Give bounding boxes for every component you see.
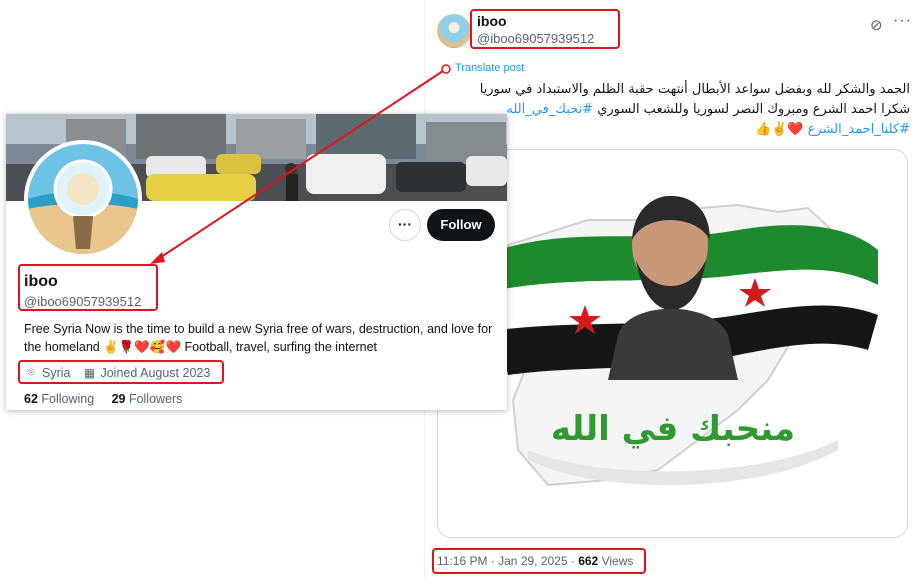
profile-more-button[interactable]: ···: [389, 209, 421, 241]
bio-tail: Football, travel, surfing the internet: [181, 340, 377, 354]
translate-link[interactable]: Translate post: [455, 62, 524, 74]
followers-count[interactable]: 29: [112, 392, 126, 406]
tweet-image[interactable]: منحبك في الله: [437, 149, 908, 538]
annotation-box-tweet-author: [470, 9, 620, 49]
profile-bio: Free Syria Now is the time to build a ne…: [24, 320, 494, 356]
image-caption: منحبك في الله: [551, 409, 795, 449]
tweet-line-2-text: شكرا احمد الشرع ومبروك النصر لسوريا وللش…: [593, 102, 910, 117]
grok-icon[interactable]: ⊘: [870, 16, 883, 34]
avatar-art: [28, 144, 138, 254]
follow-button[interactable]: Follow: [427, 209, 495, 241]
more-icon[interactable]: ···: [893, 12, 912, 30]
hashtag-link[interactable]: #كلنا_احمد_الشرع: [808, 122, 910, 137]
annotation-box-timestamp: [432, 548, 646, 574]
following-label[interactable]: Following: [38, 392, 94, 406]
tweet-image-art: منحبك في الله: [498, 195, 878, 487]
annotation-box-profile-meta: [18, 360, 224, 384]
profile-avatar[interactable]: [24, 140, 142, 258]
tweet-avatar[interactable]: [437, 14, 471, 48]
following-link[interactable]: 62 Following: [24, 392, 94, 406]
followers-link[interactable]: 29 Followers: [112, 392, 183, 406]
profile-stats: 62 Following 29 Followers: [24, 392, 182, 406]
tweet-line-3-emoji: ❤️✌️👍: [754, 122, 808, 137]
tweet-line-1: الحمد والشكر لله وبفضل سواعد الأبطال أنت…: [479, 82, 910, 97]
hashtag-link[interactable]: #نحبك_في_الله: [506, 102, 593, 117]
bio-emoji: ✌️🌹❤️🥰❤️: [103, 340, 182, 354]
tweet-line-2: شكرا احمد الشرع ومبروك النصر لسوريا وللش…: [440, 100, 910, 120]
tweet-line-3: #كلنا_احمد_الشرع ❤️✌️👍: [440, 120, 910, 140]
annotation-box-profile-name: [18, 264, 158, 311]
following-count[interactable]: 62: [24, 392, 38, 406]
followers-label[interactable]: Followers: [125, 392, 183, 406]
tweet-text: الحمد والشكر لله وبفضل سواعد الأبطال أنت…: [440, 80, 910, 140]
